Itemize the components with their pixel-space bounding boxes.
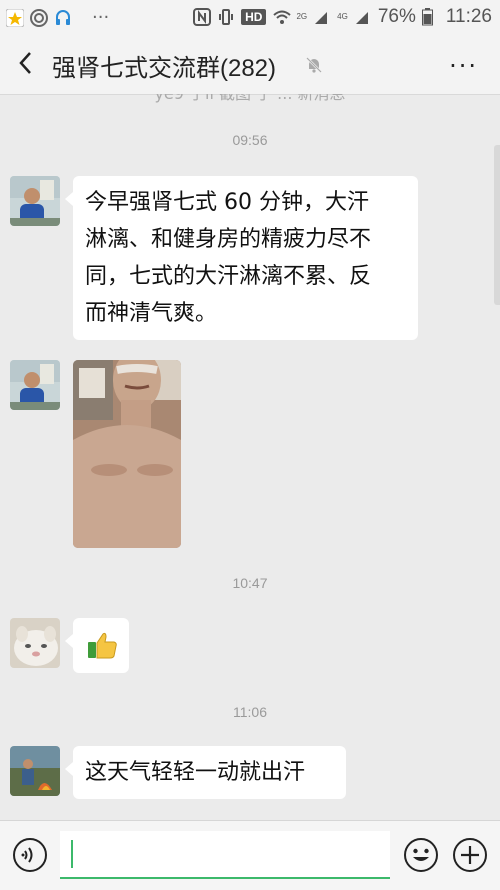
more-options-button[interactable]: ··· [449, 52, 478, 80]
back-button[interactable] [14, 48, 38, 78]
plus-icon [453, 838, 487, 872]
avatar[interactable] [10, 360, 60, 410]
network-4g: 4G [337, 12, 348, 21]
mute-bell-icon [305, 56, 323, 74]
avatar[interactable] [10, 176, 60, 226]
signal-icon [313, 8, 331, 26]
scrollbar[interactable] [494, 145, 500, 305]
more-notifications-icon: ··· [92, 7, 110, 28]
clock: 11:26 [445, 6, 492, 27]
timestamp: 11:06 [233, 704, 267, 720]
input-bar [0, 820, 500, 890]
chat-header: 强肾七式交流群(282) ··· [0, 34, 500, 95]
message-text: 今早强肾七式 60 分钟，大汗 淋漓、和健身房的精疲力尽不 同，七式的大汗淋漓不… [85, 190, 372, 326]
message-input[interactable] [60, 831, 390, 879]
emoji-button[interactable] [403, 837, 439, 873]
battery-icon [421, 8, 440, 26]
battery-percent: 76% [377, 6, 416, 27]
network-2g: 2G [296, 12, 308, 21]
timestamp: 09:56 [232, 132, 268, 148]
wifi-icon [272, 8, 292, 26]
more-functions-button[interactable] [452, 837, 488, 873]
headset-app-icon [54, 9, 72, 27]
photo-message[interactable] [73, 360, 181, 548]
target-app-icon [30, 8, 48, 27]
text-caret [71, 840, 73, 868]
message-text: 这天气轻轻一动就出汗 [85, 760, 306, 785]
voice-button[interactable] [12, 837, 48, 873]
smiley-icon [404, 838, 438, 872]
star-app-icon [5, 8, 25, 27]
avatar[interactable] [10, 746, 60, 796]
chat-title: 强肾七式交流群(282) [52, 55, 277, 82]
message-bubble[interactable]: 这天气轻轻一动就出汗 [65, 746, 346, 799]
vibrate-icon [217, 8, 235, 26]
new-message-hint: ye9 于ll 截图 了 ... 新消息 [0, 94, 500, 104]
voice-icon [13, 838, 47, 872]
message-bubble[interactable]: 今早强肾七式 60 分钟，大汗 淋漓、和健身房的精疲力尽不 同，七式的大汗淋漓不… [65, 176, 418, 340]
signal-icon-2 [354, 8, 372, 26]
message-bubble[interactable] [65, 618, 129, 673]
back-arrow-icon [19, 52, 31, 74]
nfc-icon [193, 8, 212, 26]
status-bar: ··· HD 2G 4G 76% 11:26 [0, 0, 500, 34]
avatar[interactable] [10, 618, 60, 668]
thumbs-up-icon [86, 630, 118, 672]
hd-badge: HD [241, 9, 267, 25]
timestamp: 10:47 [232, 575, 268, 591]
